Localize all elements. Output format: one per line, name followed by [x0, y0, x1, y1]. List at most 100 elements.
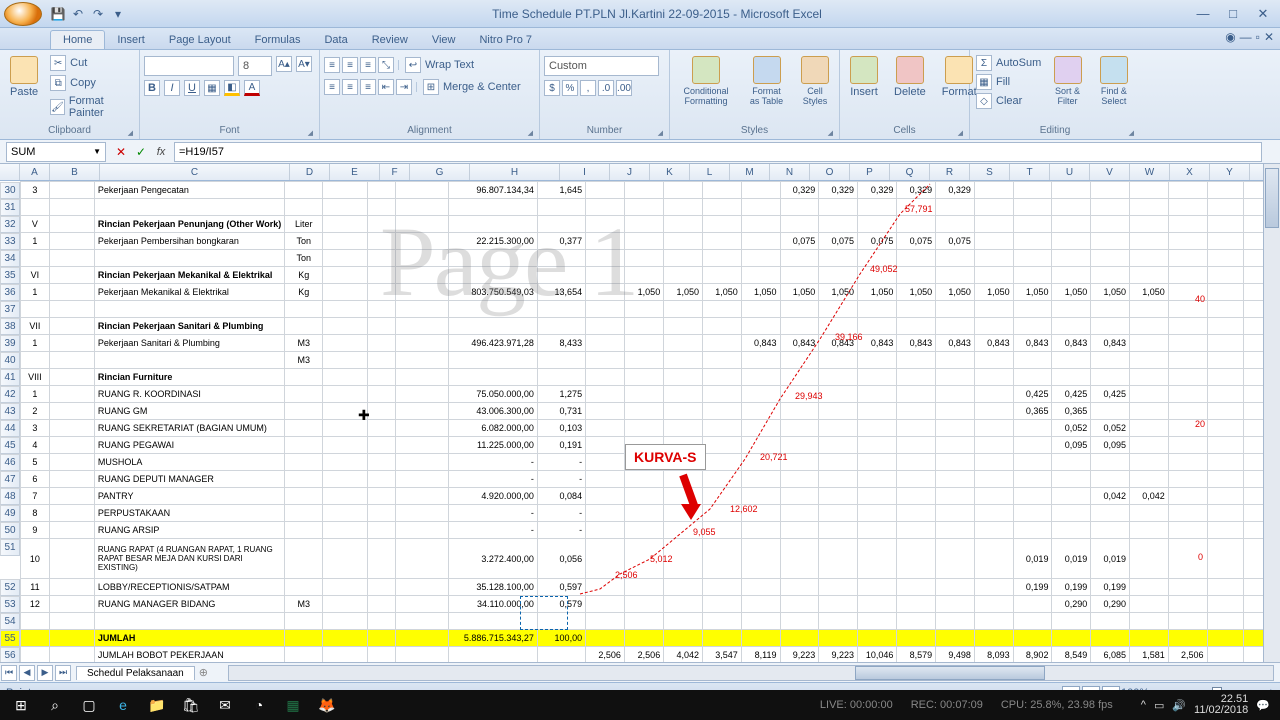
cell[interactable] [1091, 630, 1130, 647]
cell[interactable] [49, 488, 94, 505]
cell[interactable] [936, 352, 975, 369]
cell[interactable]: 7 [21, 488, 50, 505]
cell[interactable] [49, 539, 94, 579]
row-header[interactable]: 55 [0, 630, 20, 647]
cell[interactable] [664, 250, 703, 267]
cell[interactable] [741, 369, 780, 386]
cell[interactable] [1013, 369, 1052, 386]
cell[interactable] [323, 352, 368, 369]
cell[interactable]: 0,103 [537, 420, 585, 437]
cell[interactable] [1052, 233, 1091, 250]
cell[interactable] [368, 488, 395, 505]
cell[interactable] [741, 199, 780, 216]
cell[interactable] [285, 630, 323, 647]
find-select-button[interactable]: Find & Select [1092, 52, 1136, 110]
cell[interactable] [1207, 335, 1243, 352]
enter-formula-icon[interactable]: ✓ [132, 143, 150, 161]
cell[interactable] [702, 403, 741, 420]
col-header-[interactable] [0, 164, 20, 180]
cell[interactable] [368, 630, 395, 647]
cell[interactable]: M3 [285, 352, 323, 369]
cell[interactable] [974, 199, 1013, 216]
cell[interactable] [49, 437, 94, 454]
cell[interactable] [897, 216, 936, 233]
row-header[interactable]: 47 [0, 471, 20, 488]
cell[interactable] [819, 613, 858, 630]
cell[interactable] [285, 437, 323, 454]
cell[interactable] [285, 301, 323, 318]
cell[interactable] [1091, 454, 1130, 471]
cell[interactable] [285, 199, 323, 216]
cell[interactable] [624, 199, 663, 216]
cell[interactable] [1129, 369, 1168, 386]
cell[interactable] [368, 647, 395, 663]
cell[interactable] [1207, 522, 1243, 539]
cell[interactable] [936, 505, 975, 522]
horizontal-scrollbar[interactable] [228, 665, 1274, 681]
cell[interactable] [1013, 301, 1052, 318]
cell[interactable]: 9,223 [819, 647, 858, 663]
cell[interactable] [1207, 613, 1243, 630]
sheet-tab-active[interactable]: Schedul Pelaksanaan [76, 666, 195, 680]
cell[interactable] [1168, 369, 1207, 386]
cell[interactable]: 43.006.300,00 [449, 403, 537, 420]
col-header-K[interactable]: K [650, 164, 690, 180]
cell[interactable] [1129, 539, 1168, 579]
cell[interactable] [285, 403, 323, 420]
cell[interactable] [1168, 386, 1207, 403]
col-header-J[interactable]: J [610, 164, 650, 180]
orientation-icon[interactable]: ⤡ [378, 57, 394, 73]
cell[interactable] [664, 505, 703, 522]
cell[interactable] [897, 471, 936, 488]
cell[interactable] [897, 318, 936, 335]
cell[interactable] [1052, 369, 1091, 386]
cell[interactable] [1013, 182, 1052, 199]
cell[interactable] [1207, 403, 1243, 420]
cell[interactable] [368, 613, 395, 630]
cell[interactable] [395, 403, 449, 420]
col-header-X[interactable]: X [1170, 164, 1210, 180]
name-box[interactable]: SUM▼ [6, 142, 106, 162]
cell[interactable]: Rincian Pekerjaan Penunjang (Other Work) [94, 216, 284, 233]
cell[interactable] [780, 267, 819, 284]
cell[interactable] [94, 301, 284, 318]
cell[interactable] [395, 386, 449, 403]
cell[interactable] [741, 301, 780, 318]
cell[interactable]: 0,075 [936, 233, 975, 250]
cell[interactable] [1091, 352, 1130, 369]
cell[interactable] [897, 352, 936, 369]
cell[interactable] [858, 596, 897, 613]
maximize-button[interactable]: □ [1220, 5, 1246, 23]
cell[interactable] [702, 420, 741, 437]
cell[interactable] [664, 182, 703, 199]
cell[interactable] [1168, 596, 1207, 613]
cell[interactable] [858, 420, 897, 437]
cell[interactable] [1129, 335, 1168, 352]
cell[interactable] [323, 182, 368, 199]
cell[interactable] [974, 301, 1013, 318]
minimize-button[interactable]: — [1190, 5, 1216, 23]
cell[interactable]: 1,050 [624, 284, 663, 301]
cell[interactable]: RUANG R. KOORDINASI [94, 386, 284, 403]
col-header-W[interactable]: W [1130, 164, 1170, 180]
row-header[interactable]: 52 [0, 579, 20, 596]
cell[interactable] [368, 250, 395, 267]
cell[interactable] [537, 613, 585, 630]
percent-icon[interactable]: % [562, 80, 578, 96]
cell[interactable] [49, 505, 94, 522]
firefox-icon[interactable]: 🦊 [310, 692, 344, 718]
tab-review[interactable]: Review [360, 31, 420, 49]
cell[interactable]: 0,199 [1052, 579, 1091, 596]
cell[interactable] [664, 403, 703, 420]
cell[interactable] [1168, 318, 1207, 335]
cell[interactable] [285, 505, 323, 522]
insert-cells-button[interactable]: Insert [844, 52, 884, 102]
cell[interactable] [624, 318, 663, 335]
tab-data[interactable]: Data [312, 31, 359, 49]
cell[interactable]: 2 [21, 403, 50, 420]
cell[interactable]: 0,329 [897, 182, 936, 199]
cell[interactable]: 0,042 [1129, 488, 1168, 505]
cell[interactable] [1207, 630, 1243, 647]
cell[interactable] [323, 613, 368, 630]
cell[interactable] [285, 182, 323, 199]
